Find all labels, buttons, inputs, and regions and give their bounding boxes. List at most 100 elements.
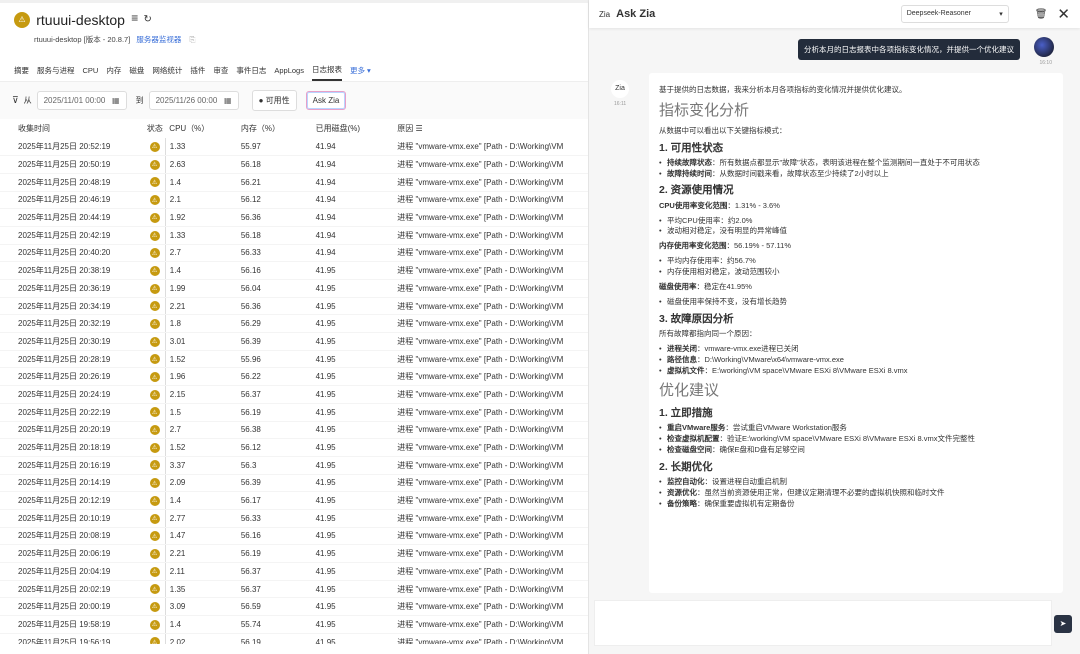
- table-row[interactable]: 2025年11月25日 20:20:19 ⚠ 2.7 56.38 41.95 进程 "vm…: [0, 421, 588, 440]
- table-cell: ⚠: [144, 527, 166, 546]
- table-row[interactable]: 2025年11月25日 20:08:19 ⚠ 1.47 56.16 41.95 进程 "v…: [0, 527, 588, 546]
- nav-tabs: 摘要 服务与进程 CPU 内存 磁盘 网络统计 插件 审查 事件日志 AppLogs 日志报表 更多 ▾: [0, 60, 588, 82]
- table-row[interactable]: 2025年11月25日 20:06:19 ⚠ 2.21 56.19 41.95 进程 "v…: [0, 544, 588, 563]
- tab-1[interactable]: 服务与进程: [37, 61, 75, 80]
- table-row[interactable]: 2025年11月25日 20:02:19 ⚠ 1.35 56.37 41.95 进程 "v…: [0, 580, 588, 599]
- table-cell: 进程 "vmware-vmx.exe" [Path - D:\Working\V…: [379, 438, 588, 457]
- answer-li: 监控自动化：设置进程自动重启机制资源优化：虽然当前资源使用正常，但建议定期清理不…: [659, 477, 1053, 510]
- table-row[interactable]: 2025年11月25日 20:42:19 ⚠ 1.33 56.18 41.94 进程 "v…: [0, 226, 588, 245]
- table-cell: 进程 "vmware-vmx.exe" [Path - D:\Working\V…: [379, 297, 588, 316]
- table-cell: 2025年11月25日 20:10:19: [0, 509, 145, 528]
- answer-bold: 故障持续时间: [667, 168, 712, 178]
- header: ⚠ rtuuui-desktop ≡ ↻ rtuuui-desktop [版本 …: [0, 0, 588, 60]
- answer-text: 1. 可用性状态: [659, 141, 724, 154]
- table-cell: 3.37: [164, 456, 223, 475]
- table-cell: 2025年11月25日 20:42:19: [0, 226, 145, 245]
- table-row[interactable]: 2025年11月25日 20:16:19 ⚠ 3.37 56.3 41.95 进程 "vm…: [0, 456, 588, 475]
- table-cell: 1.33: [164, 226, 223, 245]
- column-header: 已用磁盘(%): [298, 119, 380, 138]
- table-cell: 2025年11月25日 19:58:19: [0, 615, 145, 634]
- chat-input[interactable]: [594, 600, 1052, 646]
- column-header-label: 内存（%）: [240, 124, 280, 133]
- tab-3[interactable]: 内存: [106, 61, 121, 80]
- table-cell: 进程 "vmware-vmx.exe" [Path - D:\Working\V…: [379, 403, 588, 422]
- table-cell: 56.12: [222, 438, 298, 457]
- table-row[interactable]: 2025年11月25日 20:52:19 ⚠ 1.33 55.97 41.94 进程 "v…: [0, 138, 588, 157]
- answer-li: 进程关闭：vmware-vmx.exe进程已关闭路径信息：D:\Working\…: [659, 344, 1053, 377]
- tab-6[interactable]: 插件: [190, 61, 205, 80]
- answer-list-item: 虚拟机文件：E:\working\VM space\VMware ESXi 8\…: [659, 366, 1053, 377]
- table-cell: 56.21: [222, 173, 298, 192]
- tab-7[interactable]: 审查: [213, 61, 228, 80]
- tab-8[interactable]: 事件日志: [236, 61, 266, 80]
- table-row[interactable]: 2025年11月25日 20:22:19 ⚠ 1.5 56.19 41.95 进程 "vm…: [0, 403, 588, 422]
- table-row[interactable]: 2025年11月25日 20:12:19 ⚠ 1.4 56.17 41.95 进程 "vm…: [0, 491, 588, 510]
- table-cell: 进程 "vmware-vmx.exe" [Path - D:\Working\V…: [379, 509, 588, 528]
- table-row[interactable]: 2025年11月25日 20:04:19 ⚠ 2.11 56.37 41.95 进程 "v…: [0, 562, 588, 581]
- table-cell: 1.4: [164, 615, 223, 634]
- table-row[interactable]: 2025年11月25日 20:10:19 ⚠ 2.77 56.33 41.95 进程 "v…: [0, 509, 588, 528]
- table-cell: 41.95: [297, 438, 380, 457]
- ask-zia-button[interactable]: Ask Zia: [305, 91, 347, 110]
- answer-text: ：1.31% - 3.6%: [727, 200, 780, 210]
- table-row[interactable]: 2025年11月25日 20:50:19 ⚠ 2.63 56.18 41.94 进程 "v…: [0, 155, 588, 174]
- zia-title: Ask Zia: [616, 8, 656, 20]
- table-row[interactable]: 2025年11月25日 20:40:20 ⚠ 2.7 56.33 41.94 进程 "vm…: [0, 244, 588, 263]
- tab-11[interactable]: 更多: [350, 61, 365, 80]
- trash-icon[interactable]: 🗑: [1035, 9, 1048, 20]
- zia-answer: 基于提供的日志数据，我来分析本月各项指标的变化情况并提供优化建议。 指标变化分析从…: [649, 73, 1063, 593]
- tab-4[interactable]: 磁盘: [129, 61, 144, 80]
- copy-icon[interactable]: ⎘: [190, 35, 196, 44]
- answer-bold: 检查虚拟机配置: [667, 434, 720, 444]
- answer-text: ：虽然当前资源使用正常，但建议定期清理不必要的虚拟机快照和临时文件: [697, 488, 945, 498]
- table-cell: 2.63: [164, 155, 223, 174]
- table-cell: 2025年11月25日 20:34:19: [0, 297, 145, 316]
- table-row[interactable]: 2025年11月25日 19:58:19 ⚠ 1.4 55.74 41.95 进程 "vm…: [0, 615, 588, 634]
- table-cell: 2025年11月25日 20:52:19: [0, 138, 145, 157]
- from-date-input[interactable]: 2025/11/01 00:00 ▦: [36, 91, 127, 110]
- sort-icon[interactable]: ☰: [413, 124, 422, 133]
- to-date-input[interactable]: 2025/11/26 00:00 ▦: [148, 91, 239, 110]
- tab-9[interactable]: AppLogs: [274, 62, 304, 79]
- table-row[interactable]: 2025年11月25日 20:48:19 ⚠ 1.4 56.21 41.94 进程 "vm…: [0, 173, 588, 192]
- table-row[interactable]: 2025年11月25日 20:44:19 ⚠ 1.92 56.36 41.94 进程 "v…: [0, 208, 588, 227]
- table-cell: 2.21: [164, 544, 223, 563]
- table-row[interactable]: 2025年11月25日 20:46:19 ⚠ 2.1 56.12 41.94 进程 "vm…: [0, 191, 588, 210]
- table-row[interactable]: 2025年11月25日 20:24:19 ⚠ 2.15 56.37 41.95 进程 "v…: [0, 385, 588, 404]
- table-cell: 2025年11月25日 20:36:19: [0, 279, 145, 298]
- tab-2[interactable]: CPU: [83, 62, 99, 79]
- table-row[interactable]: 2025年11月25日 20:36:19 ⚠ 1.99 56.04 41.95 进程 "v…: [0, 279, 588, 298]
- tab-10[interactable]: 日志报表: [311, 60, 342, 81]
- answer-li: 平均内存使用率：约56.7%内存使用相对稳定，波动范围较小: [659, 256, 1053, 278]
- table-row[interactable]: 2025年11月25日 20:18:19 ⚠ 1.52 56.12 41.95 进程 "v…: [0, 438, 588, 457]
- table-cell: 2025年11月25日 20:30:19: [0, 332, 145, 351]
- refresh-icon[interactable]: ↻: [143, 14, 151, 25]
- table-row[interactable]: 2025年11月25日 20:26:19 ⚠ 1.96 56.22 41.95 进程 "v…: [0, 367, 588, 387]
- menu-icon[interactable]: ≡: [131, 11, 138, 25]
- model-select[interactable]: Deepseek-Reasoner ▾: [900, 5, 1009, 23]
- filter-icon[interactable]: ⊽: [12, 95, 19, 106]
- model-value: Deepseek-Reasoner: [906, 10, 971, 17]
- warning-status-icon: ⚠: [149, 531, 160, 542]
- close-icon[interactable]: ✕: [1057, 5, 1070, 23]
- table-row[interactable]: 2025年11月25日 20:34:19 ⚠ 2.21 56.36 41.95 进程 "v…: [0, 297, 588, 316]
- server-monitor-link[interactable]: 服务器监视器: [136, 35, 181, 44]
- answer-text: ：验证E:\working\VM space\VMware ESXi 8\VMw…: [719, 434, 975, 444]
- from-date-value: 2025/11/01 00:00: [43, 96, 106, 105]
- table-row[interactable]: 2025年11月25日 20:14:19 ⚠ 2.09 56.39 41.95 进程 "v…: [0, 474, 588, 493]
- table-cell: 2025年11月25日 20:16:19: [0, 456, 145, 475]
- table-cell: 41.95: [297, 403, 380, 422]
- send-button[interactable]: ➤: [1054, 615, 1072, 633]
- tab-0[interactable]: 摘要: [14, 61, 29, 80]
- table-row[interactable]: 2025年11月25日 20:30:19 ⚠ 3.01 56.39 41.95 进程 "v…: [0, 332, 588, 351]
- availability-button[interactable]: ● 可用性: [251, 90, 297, 111]
- table-row[interactable]: 2025年11月25日 20:00:19 ⚠ 3.09 56.59 41.95 进程 "v…: [0, 597, 588, 617]
- tab-5[interactable]: 网络统计: [152, 61, 182, 80]
- table-cell: ⚠: [144, 155, 166, 174]
- table-row[interactable]: 2025年11月25日 20:32:19 ⚠ 1.8 56.29 41.95 进程 "vm…: [0, 314, 588, 334]
- answer-bold: 路径信息: [667, 354, 697, 364]
- table-row[interactable]: 2025年11月25日 20:38:19 ⚠ 1.4 56.16 41.95 进程 "vm…: [0, 261, 588, 280]
- table-cell: 3.01: [164, 332, 223, 351]
- answer-h1: 优化建议: [659, 380, 1053, 402]
- table-row[interactable]: 2025年11月25日 20:28:19 ⚠ 1.52 55.96 41.95 进程 "v…: [0, 350, 588, 369]
